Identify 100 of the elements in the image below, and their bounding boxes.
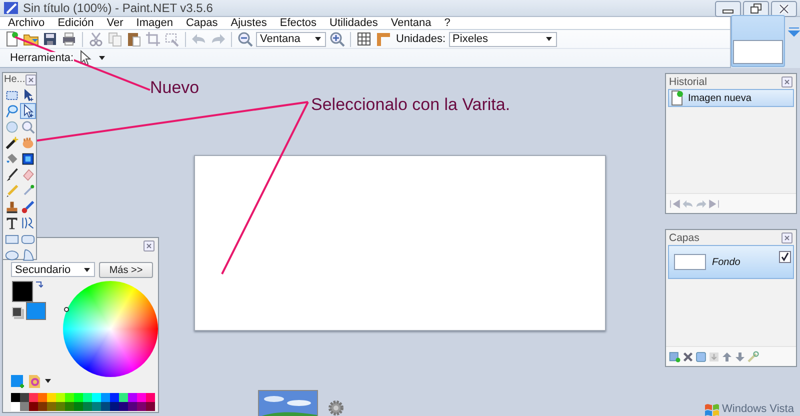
minimize-icon[interactable] bbox=[715, 1, 741, 17]
gear-icon[interactable] bbox=[328, 400, 344, 416]
palette-swatch[interactable] bbox=[146, 402, 155, 411]
restore-icon[interactable] bbox=[743, 1, 769, 17]
layer-properties-icon[interactable] bbox=[747, 350, 759, 362]
palette-swatch[interactable] bbox=[47, 402, 56, 411]
menu-item[interactable]: Ventana bbox=[390, 17, 440, 30]
new-document-icon[interactable] bbox=[4, 31, 20, 48]
menu-item[interactable]: Ajustes bbox=[230, 17, 276, 30]
undo-arrow-icon[interactable] bbox=[682, 198, 694, 210]
tool-button[interactable] bbox=[4, 215, 20, 231]
palette-swatch[interactable] bbox=[92, 402, 101, 411]
palette-swatch[interactable] bbox=[11, 402, 20, 411]
palette-swatch[interactable] bbox=[128, 402, 137, 411]
close-icon[interactable] bbox=[771, 1, 797, 17]
close-icon[interactable] bbox=[781, 232, 793, 244]
tool-button[interactable] bbox=[20, 103, 36, 119]
printer-icon[interactable] bbox=[61, 31, 77, 48]
palette-swatch[interactable] bbox=[83, 393, 92, 402]
redo-arrow-icon[interactable] bbox=[695, 198, 707, 210]
skip-back-icon[interactable] bbox=[669, 198, 681, 210]
caret-icon[interactable] bbox=[44, 377, 52, 385]
tool-button[interactable] bbox=[4, 135, 20, 151]
palette-swatch[interactable] bbox=[137, 402, 146, 411]
close-icon[interactable] bbox=[143, 240, 155, 252]
stamp-icon bbox=[5, 200, 19, 214]
caret-icon[interactable] bbox=[98, 54, 106, 62]
palette-swatch[interactable] bbox=[137, 393, 146, 402]
palette-swatch[interactable] bbox=[38, 393, 47, 402]
history-item[interactable]: Imagen nueva bbox=[668, 89, 794, 107]
paint-app-icon bbox=[3, 0, 19, 16]
close-icon[interactable] bbox=[781, 76, 793, 88]
tool-button[interactable] bbox=[4, 167, 20, 183]
skip-forward-icon[interactable] bbox=[708, 198, 720, 210]
palette-icon[interactable] bbox=[26, 373, 42, 389]
window-title: Sin título (100%) - Paint.NET v3.5.6 bbox=[23, 1, 214, 15]
palette-swatch[interactable] bbox=[119, 402, 128, 411]
palette-swatch[interactable] bbox=[92, 393, 101, 402]
palette-swatch[interactable] bbox=[110, 402, 119, 411]
menu-item[interactable]: Ver bbox=[106, 17, 132, 30]
units-label: Unidades: bbox=[396, 33, 446, 46]
palette-swatch[interactable] bbox=[110, 393, 119, 402]
palette-swatch[interactable] bbox=[146, 393, 155, 402]
palette-swatch[interactable] bbox=[11, 393, 20, 402]
down-arrow-icon[interactable] bbox=[734, 350, 746, 362]
palette-swatch[interactable] bbox=[56, 402, 65, 411]
menu-item[interactable]: Imagen bbox=[136, 17, 182, 30]
palette-swatch[interactable] bbox=[20, 402, 29, 411]
menu-item[interactable]: ? bbox=[444, 17, 460, 30]
units-dropdown[interactable]: Pixeles bbox=[448, 32, 557, 47]
layer-row[interactable]: Fondo bbox=[668, 245, 794, 279]
arrow-icon bbox=[21, 104, 35, 118]
layer-square-icon[interactable] bbox=[695, 350, 707, 362]
palette-swatch[interactable] bbox=[128, 393, 137, 402]
palette-swatch[interactable] bbox=[65, 393, 74, 402]
swap-arrow-icon[interactable] bbox=[35, 281, 43, 289]
palette-swatch[interactable] bbox=[101, 393, 110, 402]
zoom-dropdown[interactable]: Ventana bbox=[256, 32, 326, 47]
palette-swatch[interactable] bbox=[101, 402, 110, 411]
color-mode-dropdown[interactable]: Secundario bbox=[11, 262, 95, 277]
crop-icon[interactable] bbox=[145, 31, 161, 48]
palette-swatch[interactable] bbox=[119, 393, 128, 402]
reset-colors-icon[interactable] bbox=[12, 307, 22, 317]
palette-swatch[interactable] bbox=[74, 402, 83, 411]
palette-swatch[interactable] bbox=[20, 393, 29, 402]
grid-icon[interactable] bbox=[356, 31, 372, 48]
palette-swatch[interactable] bbox=[38, 402, 47, 411]
menu-item[interactable]: Efectos bbox=[280, 17, 326, 30]
palette-swatch[interactable] bbox=[29, 402, 38, 411]
tool-button[interactable] bbox=[4, 199, 20, 215]
windows-flag-icon bbox=[704, 401, 720, 416]
more-button[interactable]: Más >> bbox=[99, 262, 153, 278]
primary-color-swatch[interactable] bbox=[12, 281, 33, 302]
menu-item[interactable]: Capas bbox=[186, 17, 227, 30]
menu-item[interactable]: Edición bbox=[58, 17, 103, 30]
merge-down-icon[interactable] bbox=[708, 350, 720, 362]
color-picker-handle[interactable] bbox=[64, 307, 69, 312]
up-arrow-icon[interactable] bbox=[721, 350, 733, 362]
palette-swatch[interactable] bbox=[47, 393, 56, 402]
caret-icon bbox=[83, 266, 91, 274]
palette-swatch[interactable] bbox=[65, 402, 74, 411]
close-icon[interactable] bbox=[25, 74, 38, 86]
deselect-icon[interactable] bbox=[164, 31, 180, 48]
x-icon[interactable] bbox=[682, 350, 694, 362]
add-color-icon[interactable] bbox=[10, 374, 24, 388]
visibility-checkbox[interactable] bbox=[779, 251, 791, 263]
menu-item[interactable]: Utilidades bbox=[330, 17, 387, 30]
eraser-icon bbox=[21, 168, 35, 182]
menu-item[interactable]: Archivo bbox=[8, 17, 54, 30]
tool-button[interactable] bbox=[20, 151, 36, 167]
palette-swatch[interactable] bbox=[83, 402, 92, 411]
palette-swatch[interactable] bbox=[29, 393, 38, 402]
clipboard-icon[interactable] bbox=[126, 31, 142, 48]
secondary-color-swatch[interactable] bbox=[26, 302, 46, 320]
zoom-in-icon[interactable] bbox=[329, 31, 345, 48]
chevron-down-icon[interactable] bbox=[788, 27, 800, 37]
palette-swatch[interactable] bbox=[74, 393, 83, 402]
add-layer-icon[interactable] bbox=[669, 350, 681, 362]
zoom-out-icon[interactable] bbox=[237, 31, 253, 48]
palette-swatch[interactable] bbox=[56, 393, 65, 402]
